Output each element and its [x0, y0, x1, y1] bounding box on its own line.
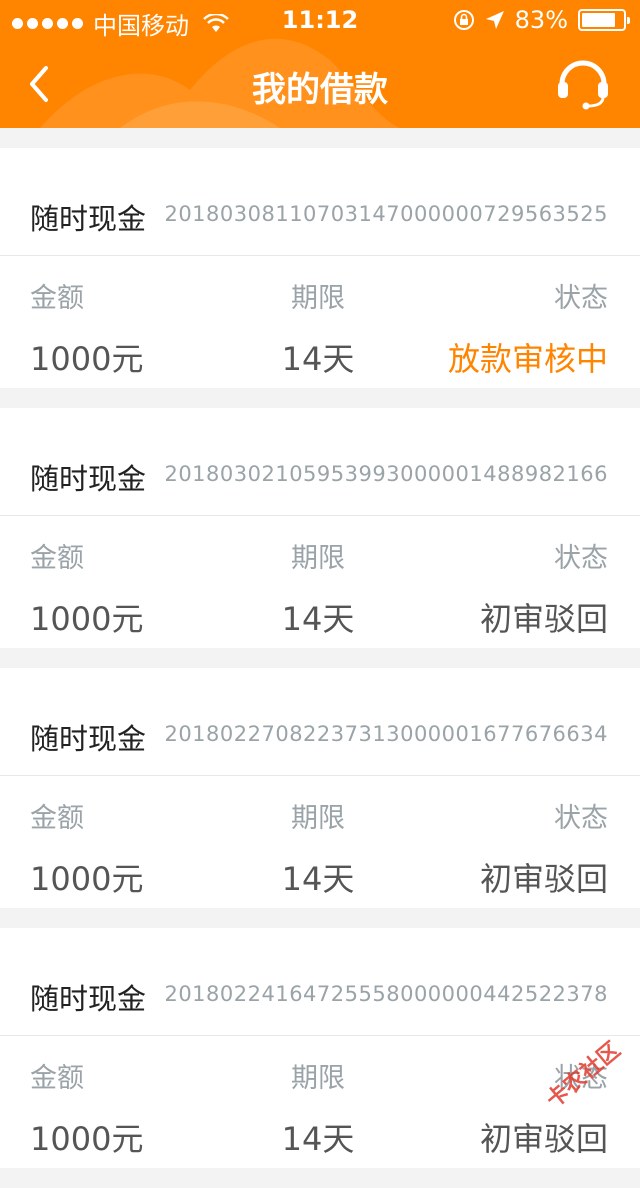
loan-values-row: 1000元 14天 初审驳回: [0, 594, 640, 638]
community-watermark-logo: 卡农社区: [526, 1032, 636, 1122]
loan-card-header: 随时现金 20180227082237313000001677676634: [0, 668, 640, 776]
loan-card-header: 随时现金 20180302105953993000001488982166: [0, 408, 640, 516]
loan-card[interactable]: 随时现金 20180227082237313000001677676634 金额…: [0, 668, 640, 908]
term-label: 期限: [0, 536, 636, 575]
product-name: 随时现金: [30, 456, 146, 498]
battery-icon: [578, 9, 626, 31]
product-name: 随时现金: [30, 716, 146, 758]
order-number: 201803081107031470000007295635​25: [164, 202, 608, 226]
battery-level: [582, 13, 615, 27]
product-name: 随时现金: [30, 976, 146, 1018]
nav-bar: 我的借款: [0, 40, 640, 128]
loan-card-header: 随时现金 20180224164725558000000442522378: [0, 928, 640, 1036]
loan-card[interactable]: 随时现金 201803081107031470000007295635​25 金…: [0, 148, 640, 388]
term-label: 期限: [0, 276, 636, 315]
status-right: 83%: [453, 6, 626, 34]
order-number: 20180227082237313000001677676634: [164, 722, 608, 746]
loan-card[interactable]: 随时现金 20180302105953993000001488982166 金额…: [0, 408, 640, 648]
page-title: 我的借款: [0, 62, 640, 111]
order-number: 20180302105953993000001488982166: [164, 462, 608, 486]
status-value: 放款审核中: [448, 334, 608, 380]
loan-labels-row: 金额 期限 状态: [0, 276, 640, 316]
status-label: 状态: [554, 276, 608, 315]
status-bar: 中国移动 11:12 83%: [0, 0, 640, 40]
customer-service-button[interactable]: [554, 54, 612, 112]
status-label: 状态: [554, 536, 608, 575]
term-label: 期限: [0, 796, 636, 835]
loan-values-row: 1000元 14天 初审驳回: [0, 854, 640, 898]
watermark-text: 卡农社区: [541, 1037, 625, 1113]
loan-values-row: 1000元 14天 放款审核中: [0, 334, 640, 378]
order-number: 20180224164725558000000442522378: [164, 982, 608, 1006]
status-value: 初审驳回: [480, 854, 608, 900]
status-label: 状态: [554, 796, 608, 835]
rotation-lock-icon: [453, 9, 475, 31]
loan-labels-row: 金额 期限 状态: [0, 796, 640, 836]
loan-card-header: 随时现金 201803081107031470000007295635​25: [0, 148, 640, 256]
loan-labels-row: 金额 期限 状态: [0, 536, 640, 576]
location-icon: [485, 10, 505, 30]
product-name: 随时现金: [30, 196, 146, 238]
battery-percent: 83%: [515, 6, 568, 34]
app-header: 中国移动 11:12 83%: [0, 0, 640, 128]
status-value: 初审驳回: [480, 594, 608, 640]
